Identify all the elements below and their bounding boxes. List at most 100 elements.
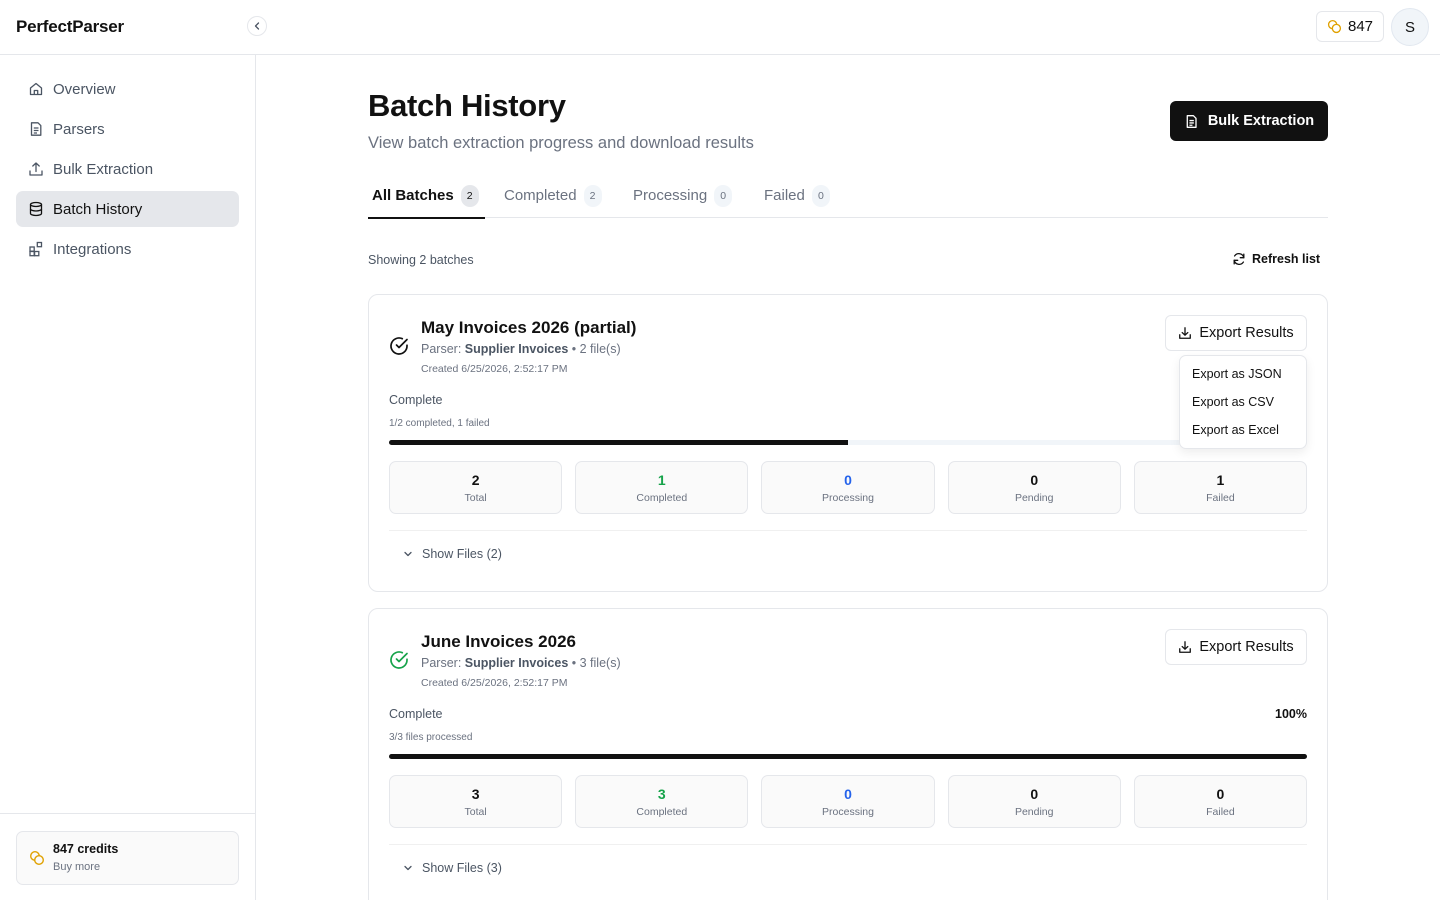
stat-value: 0 xyxy=(844,785,852,802)
parser-prefix: Parser: xyxy=(421,342,462,356)
refresh-label: Refresh list xyxy=(1252,252,1321,266)
stat-label: Processing xyxy=(822,491,874,504)
parser-name: Supplier Invoices xyxy=(464,342,569,356)
progress-bar xyxy=(389,440,1307,445)
stat-completed: 3 Completed xyxy=(575,775,749,828)
sidebar-nav: Overview Parsers Bulk Extraction Batch H… xyxy=(16,71,239,271)
stat-processing: 0 Processing xyxy=(761,461,935,514)
download-icon xyxy=(1179,327,1192,339)
batch-title: June Invoices 2026 xyxy=(421,632,576,651)
tab-failed[interactable]: Failed 0 xyxy=(764,173,830,218)
export-label: Export Results xyxy=(1199,639,1294,655)
progress-percent: 100% xyxy=(1275,707,1307,721)
stat-total: 2 Total xyxy=(389,461,563,514)
sidebar-item-label: Integrations xyxy=(53,240,132,258)
stat-value: 0 xyxy=(1030,471,1039,488)
tab-all-batches[interactable]: All Batches 2 xyxy=(368,173,485,219)
coins-icon xyxy=(29,850,45,866)
export-excel-option[interactable]: Export as Excel xyxy=(1180,416,1306,444)
home-icon xyxy=(29,82,43,96)
batch-title: May Invoices 2026 (partial) xyxy=(421,318,637,337)
brand-logo[interactable]: PerfectParser xyxy=(16,17,124,37)
batch-created: Created 6/25/2026, 2:52:17 PM xyxy=(421,363,568,375)
coins-icon xyxy=(1327,19,1342,34)
buy-more-link[interactable]: Buy more xyxy=(53,861,100,873)
top-bar: PerfectParser 847 S xyxy=(0,0,1440,55)
stat-pending: 0 Pending xyxy=(947,775,1121,828)
sidebar-footer: 847 credits Buy more xyxy=(0,813,255,900)
refresh-icon xyxy=(1233,253,1245,265)
batch-tabs: All Batches 2 Completed 2 Processing 0 F… xyxy=(368,173,1328,219)
sidebar: Overview Parsers Bulk Extraction Batch H… xyxy=(0,55,256,900)
export-results-button[interactable]: Export Results xyxy=(1165,315,1307,351)
stat-total: 3 Total xyxy=(389,775,563,828)
divider xyxy=(389,844,1307,845)
showing-count: Showing 2 batches xyxy=(368,253,474,267)
show-files-toggle[interactable]: Show Files (3) xyxy=(403,861,502,875)
stat-label: Failed xyxy=(1206,805,1235,818)
tab-completed[interactable]: Completed 2 xyxy=(504,173,602,218)
check-circle-icon xyxy=(390,337,408,355)
sidebar-item-integrations[interactable]: Integrations xyxy=(16,231,239,267)
tab-processing[interactable]: Processing 0 xyxy=(633,173,733,218)
tab-count-badge: 0 xyxy=(714,184,733,207)
export-results-button[interactable]: Export Results xyxy=(1165,629,1307,665)
stat-value: 1 xyxy=(1216,471,1225,488)
collapse-sidebar-button[interactable] xyxy=(247,16,267,36)
progress-bar-fill xyxy=(389,440,848,445)
sidebar-item-label: Overview xyxy=(53,80,116,98)
stat-value: 0 xyxy=(1216,785,1225,802)
stat-label: Total xyxy=(464,805,487,818)
stat-value: 1 xyxy=(657,471,666,488)
puzzle-icon xyxy=(29,241,43,257)
stat-label: Total xyxy=(464,491,487,504)
stat-failed: 0 Failed xyxy=(1133,775,1308,828)
progress-label: Complete xyxy=(389,707,443,721)
stat-label: Pending xyxy=(1014,805,1054,818)
show-files-toggle[interactable]: Show Files (2) xyxy=(403,547,502,561)
stat-label: Completed xyxy=(636,491,688,504)
user-avatar[interactable]: S xyxy=(1391,8,1429,46)
sidebar-item-overview[interactable]: Overview xyxy=(16,71,239,107)
tab-label: Failed xyxy=(764,187,805,204)
chevron-left-icon xyxy=(254,22,260,30)
database-icon xyxy=(29,201,43,217)
sidebar-item-label: Parsers xyxy=(53,120,105,138)
show-files-label: Show Files (2) xyxy=(422,547,502,561)
file-count: • 2 file(s) xyxy=(571,342,621,356)
stat-value: 0 xyxy=(1030,785,1039,802)
export-label: Export Results xyxy=(1199,325,1294,341)
chevron-down-icon xyxy=(404,551,412,557)
sidebar-item-label: Batch History xyxy=(53,200,143,218)
stat-label: Failed xyxy=(1206,491,1235,504)
stat-value: 3 xyxy=(657,785,666,802)
show-files-label: Show Files (3) xyxy=(422,861,502,875)
sidebar-item-batch-history[interactable]: Batch History xyxy=(16,191,239,227)
batch-stats: 3 Total 3 Completed 0 Processing 0 Pendi… xyxy=(389,775,1308,828)
credits-card[interactable]: 847 credits Buy more xyxy=(16,831,239,885)
progress-bar xyxy=(389,754,1307,759)
main-content: Batch History View batch extraction prog… xyxy=(256,55,1440,900)
batch-parser-info: Parser: Supplier Invoices • 3 file(s) xyxy=(421,656,621,670)
tab-count-badge: 2 xyxy=(583,184,602,207)
page-subtitle: View batch extraction progress and downl… xyxy=(368,134,754,152)
bulk-extraction-button[interactable]: Bulk Extraction xyxy=(1170,101,1328,141)
export-csv-option[interactable]: Export as CSV xyxy=(1180,388,1306,416)
file-text-icon xyxy=(1186,114,1197,128)
batch-parser-info: Parser: Supplier Invoices • 2 file(s) xyxy=(421,342,621,356)
tab-label: All Batches xyxy=(372,187,454,204)
parser-name: Supplier Invoices xyxy=(464,656,569,670)
stat-value: 2 xyxy=(471,471,480,488)
stat-label: Processing xyxy=(822,805,874,818)
stat-processing: 0 Processing xyxy=(761,775,935,828)
parser-prefix: Parser: xyxy=(421,656,462,670)
sidebar-item-bulk-extraction[interactable]: Bulk Extraction xyxy=(16,151,239,187)
upload-icon xyxy=(29,162,43,176)
batch-card: June Invoices 2026 Parser: Supplier Invo… xyxy=(368,608,1328,900)
credits-chip[interactable]: 847 xyxy=(1316,11,1384,42)
sidebar-item-parsers[interactable]: Parsers xyxy=(16,111,239,147)
refresh-list-button[interactable]: Refresh list xyxy=(1232,252,1320,266)
export-json-option[interactable]: Export as JSON xyxy=(1180,360,1306,388)
batch-stats: 2 Total 1 Completed 0 Processing 0 Pendi… xyxy=(389,461,1308,514)
page-title: Batch History xyxy=(368,88,566,123)
